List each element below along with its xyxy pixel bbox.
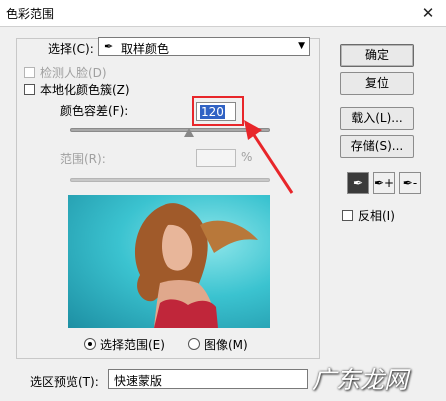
view-selection-radio[interactable] — [84, 338, 96, 350]
fuzziness-slider-thumb[interactable] — [184, 128, 194, 137]
preview-dropdown[interactable]: 快速蒙版 — [108, 369, 308, 389]
range-unit: % — [241, 150, 253, 164]
view-image-radio[interactable] — [188, 338, 200, 350]
highlight-box — [192, 96, 244, 126]
fuzziness-label: 颜色容差(F): — [60, 104, 129, 118]
eyedropper-tool[interactable]: ✒ — [347, 172, 369, 194]
view-image-label: 图像(M) — [204, 338, 248, 352]
detect-faces-checkbox[interactable] — [24, 67, 35, 78]
view-selection-label: 选择范围(E) — [100, 338, 165, 352]
reset-button[interactable]: 复位 — [340, 72, 414, 95]
add-to-sample-tool[interactable]: ✒+ — [373, 172, 395, 194]
localized-clusters-label: 本地化颜色簇(Z) — [40, 83, 130, 97]
eyedropper-icon: ✒ — [352, 176, 364, 190]
eyedropper-minus-icon: ✒- — [402, 176, 418, 190]
preview-label: 选区预览(T): — [30, 375, 99, 389]
watermark-text: 广东龙网 — [312, 366, 408, 394]
select-dropdown[interactable]: ✒ 取样颜色 ▼ — [98, 37, 310, 56]
ok-button[interactable]: 确定 — [340, 44, 414, 67]
close-button[interactable]: ✕ — [414, 2, 442, 24]
invert-checkbox[interactable] — [342, 210, 353, 221]
detect-faces-label: 检测人脸(D) — [40, 66, 107, 80]
chevron-down-icon: ▼ — [298, 41, 305, 51]
title-bar — [0, 0, 446, 26]
eyedropper-plus-icon: ✒+ — [374, 176, 395, 190]
invert-label: 反相(I) — [358, 209, 395, 223]
subtract-from-sample-tool[interactable]: ✒- — [399, 172, 421, 194]
window-title: 色彩范围 — [6, 7, 55, 21]
range-label: 范围(R): — [60, 152, 106, 166]
woman-portrait-image — [134, 203, 258, 328]
localized-clusters-checkbox[interactable] — [24, 84, 35, 95]
load-button[interactable]: 载入(L)... — [340, 107, 414, 130]
save-button[interactable]: 存储(S)... — [340, 135, 414, 158]
preview-value: 快速蒙版 — [114, 374, 163, 388]
range-slider[interactable] — [70, 178, 270, 182]
select-value: 取样颜色 — [121, 42, 170, 56]
select-label: 选择(C): — [48, 42, 94, 56]
range-input[interactable] — [196, 149, 236, 167]
eyedropper-icon: ✒ — [104, 40, 114, 53]
preview-image — [68, 195, 270, 328]
